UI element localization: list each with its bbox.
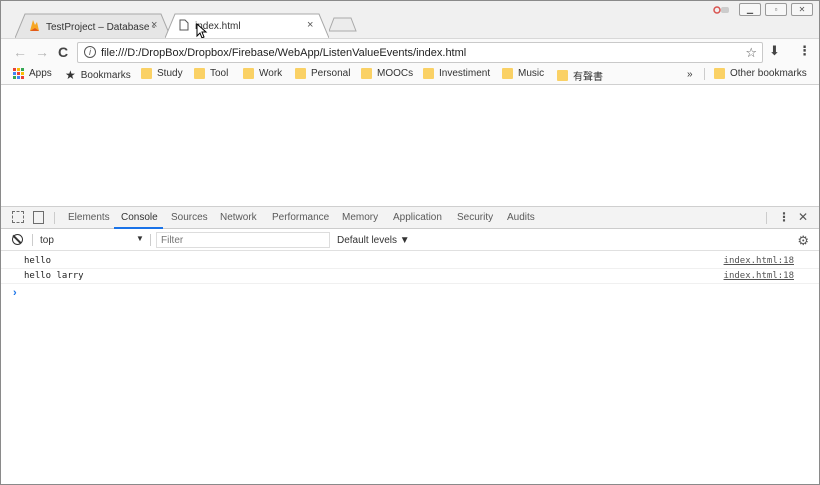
maximize-button[interactable]: ▫ (765, 3, 787, 16)
download-icon[interactable]: ⬇ (769, 43, 780, 59)
close-window-button[interactable]: ✕ (791, 3, 813, 16)
bookmark-folder-study[interactable]: Study (141, 68, 183, 79)
bookmark-star-icon[interactable]: ☆ (745, 45, 757, 61)
bookmark-label: MOOCs (377, 68, 414, 79)
bookmark-label: Investiment (439, 68, 491, 79)
gear-icon[interactable]: ⚙ (797, 233, 809, 249)
divider (703, 68, 705, 80)
inspect-element-icon[interactable] (12, 211, 24, 223)
tab-title: TestProject – Database - (46, 21, 156, 33)
bookmark-label: Bookmarks (80, 69, 131, 81)
bookmark-apps[interactable]: Apps (13, 68, 52, 79)
document-icon (179, 19, 189, 34)
device-toolbar-icon[interactable] (33, 211, 44, 224)
bookmark-folder-tool[interactable]: Tool (194, 68, 228, 79)
devtools-close-icon[interactable]: ✕ (798, 210, 808, 224)
bookmark-label: Personal (311, 68, 351, 79)
bookmark-label: Music (518, 68, 545, 79)
chevron-double-right-icon: » (687, 68, 693, 80)
console-log-entry: hello index.html:18 (1, 254, 819, 269)
console-prompt-icon[interactable]: › (13, 287, 17, 299)
bookmark-folder-work[interactable]: Work (243, 68, 282, 79)
log-source-link[interactable]: index.html:18 (724, 256, 794, 266)
tab-testproject[interactable]: TestProject – Database - × (15, 13, 171, 38)
divider (766, 212, 767, 224)
folder-icon (423, 68, 434, 79)
bookmark-label: 有聲書 (573, 72, 603, 83)
bookmark-bookmarks[interactable]: ★ Bookmarks (65, 68, 131, 82)
bookmark-folder-moocs[interactable]: MOOCs (361, 68, 413, 79)
bookmark-folder-other[interactable]: Other bookmarks (714, 68, 807, 79)
folder-icon (295, 68, 306, 79)
bookmark-folder-investiment[interactable]: Investiment (423, 68, 490, 79)
bookmark-label: Work (259, 68, 283, 79)
log-message: hello larry (24, 271, 84, 281)
tab-network[interactable]: Network (220, 212, 257, 223)
folder-icon (141, 68, 152, 79)
divider (150, 234, 151, 246)
tab-console[interactable]: Console (121, 212, 158, 223)
new-tab-button[interactable] (329, 17, 357, 32)
tab-memory[interactable]: Memory (342, 212, 378, 223)
profile-icon (713, 5, 729, 14)
minimize-button[interactable]: ▁ (739, 3, 761, 16)
folder-icon (714, 68, 725, 79)
menu-kebab-icon[interactable]: ⋮ (798, 43, 811, 59)
devtools-panel: Elements Console Sources Network Perform… (1, 206, 819, 484)
log-levels-dropdown[interactable]: Default levels ▼ (337, 235, 410, 246)
bookmark-label: Tool (210, 68, 229, 79)
apps-grid-icon (13, 68, 24, 79)
clear-console-icon[interactable] (12, 234, 23, 245)
tab-elements[interactable]: Elements (68, 212, 110, 223)
page-viewport (1, 86, 819, 206)
bookmark-label: Study (157, 68, 183, 79)
bookmark-folder-music[interactable]: Music (502, 68, 544, 79)
devtools-tab-bar: Elements Console Sources Network Perform… (1, 207, 819, 229)
log-message: hello (24, 256, 52, 266)
star-icon: ★ (65, 68, 76, 82)
bookmark-label: Other bookmarks (730, 68, 807, 79)
forward-arrow-icon[interactable]: → (35, 44, 49, 60)
bookmarks-overflow-button[interactable]: » (687, 68, 705, 80)
browser-window: TestProject – Database - × index.html × (0, 0, 820, 485)
devtools-menu-icon[interactable]: ⋮ (778, 210, 790, 224)
folder-icon (243, 68, 254, 79)
address-bar[interactable]: i file:///D:/DropBox/Dropbox/Firebase/We… (77, 42, 763, 63)
tab-application[interactable]: Application (393, 212, 442, 223)
divider (32, 234, 33, 246)
mouse-cursor-icon (196, 23, 208, 39)
chevron-down-icon[interactable]: ▼ (136, 234, 144, 243)
log-source-link[interactable]: index.html:18 (724, 271, 794, 281)
window-controls: ▁ ▫ ✕ (713, 3, 813, 16)
folder-icon (361, 68, 372, 79)
divider (54, 212, 55, 224)
reload-icon[interactable]: C (58, 44, 68, 60)
console-log-entry: hello larry index.html:18 (1, 269, 819, 284)
info-icon[interactable]: i (84, 46, 96, 58)
folder-icon (557, 70, 568, 81)
tab-index-html[interactable]: index.html × (165, 13, 329, 38)
url-text[interactable]: file:///D:/DropBox/Dropbox/Firebase/WebA… (101, 47, 466, 59)
tab-security[interactable]: Security (457, 212, 493, 223)
title-bar: TestProject – Database - × index.html × (1, 1, 819, 39)
firebase-icon (29, 19, 40, 35)
tab-close-icon[interactable]: × (151, 19, 157, 31)
bookmark-folder-personal[interactable]: Personal (295, 68, 350, 79)
back-arrow-icon[interactable]: ← (13, 44, 27, 60)
toolbar: ← → C i file:///D:/DropBox/Dropbox/Fireb… (1, 38, 819, 65)
bookmarks-bar: Apps ★ Bookmarks Study Tool Work Persona… (1, 65, 819, 85)
context-selector[interactable]: top (40, 235, 54, 246)
console-filter-input[interactable] (156, 232, 330, 248)
folder-icon (194, 68, 205, 79)
profile-badge[interactable] (713, 5, 729, 15)
bookmark-label: Apps (29, 68, 52, 79)
tab-close-icon[interactable]: × (307, 19, 313, 31)
tab-performance[interactable]: Performance (272, 212, 329, 223)
tab-audits[interactable]: Audits (507, 212, 535, 223)
bookmark-folder-audiobooks[interactable]: 有聲書 (557, 68, 603, 83)
folder-icon (502, 68, 513, 79)
console-toolbar: top ▼ Default levels ▼ ⚙ (1, 229, 819, 251)
tab-sources[interactable]: Sources (171, 212, 208, 223)
